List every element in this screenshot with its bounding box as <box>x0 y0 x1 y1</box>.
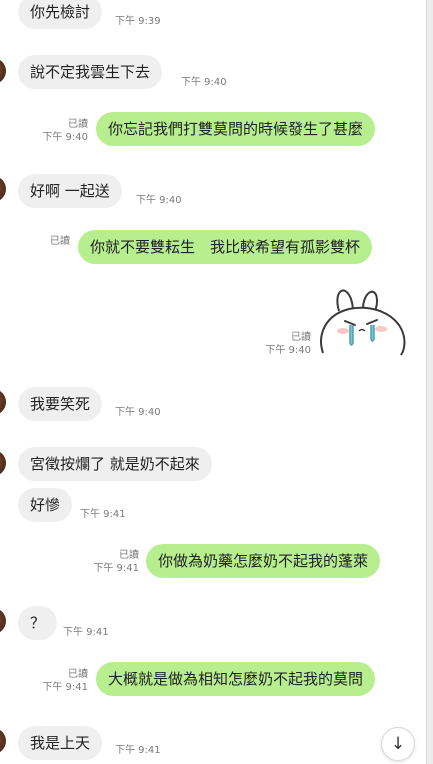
message-bubble-outgoing[interactable]: 大概就是做為相知怎麼奶不起我的莫問 <box>96 662 376 696</box>
message-time: 下午 9:40 <box>136 195 182 206</box>
message-bubble-incoming[interactable]: 我是上天 <box>18 726 103 760</box>
message-time: 下午 9:41 <box>63 627 109 638</box>
contact-avatar[interactable] <box>0 728 6 754</box>
message-meta: 已讀 <box>50 235 70 248</box>
message-bubble-outgoing[interactable]: 你就不要雙耘生 我比較希望有孤影雙杯 <box>78 230 373 264</box>
message-bubble-incoming[interactable]: 說不定我雲生下去 <box>18 55 163 89</box>
message-bubble-incoming[interactable]: 好啊 一起送 <box>18 174 122 208</box>
message-meta: 已讀 下午 9:40 <box>42 118 88 144</box>
message-time: 下午 9:40 <box>181 77 227 88</box>
contact-avatar[interactable] <box>0 608 6 634</box>
arrow-down-icon: ↓ <box>390 734 406 754</box>
read-receipt: 已讀 <box>50 236 70 247</box>
message-bubble-outgoing[interactable]: 你做為奶藥怎麼奶不起我的蓬萊 <box>146 544 381 578</box>
chat-window: 你先檢討 下午 9:39 說不定我雲生下去 下午 9:40 已讀 下午 9:40… <box>0 0 433 764</box>
read-receipt: 已讀 <box>291 332 311 343</box>
message-bubble-incoming[interactable]: 好慘 <box>18 488 73 522</box>
message-bubble-incoming[interactable]: 你先檢討 <box>18 0 103 29</box>
contact-avatar[interactable] <box>0 450 6 476</box>
contact-avatar[interactable] <box>0 58 6 84</box>
read-receipt: 已讀 <box>119 550 139 561</box>
message-time: 下午 9:40 <box>265 345 311 356</box>
message-meta: 已讀 下午 9:41 <box>93 549 139 575</box>
message-meta: 已讀 下午 9:41 <box>42 668 88 694</box>
scroll-to-bottom-button[interactable]: ↓ <box>381 727 415 761</box>
crying-bunny-sticker[interactable] <box>315 281 407 357</box>
contact-avatar[interactable] <box>0 389 6 415</box>
contact-avatar[interactable] <box>0 176 6 202</box>
read-receipt: 已讀 <box>68 669 88 680</box>
message-time: 下午 9:41 <box>115 745 161 756</box>
message-time: 下午 9:41 <box>42 682 88 693</box>
message-time: 下午 9:39 <box>115 16 161 27</box>
message-bubble-incoming[interactable]: 我要笑死 <box>18 387 103 421</box>
message-bubble-outgoing[interactable]: 你忘記我們打雙莫問的時候發生了甚麼 <box>96 112 376 146</box>
message-time: 下午 9:41 <box>93 563 139 574</box>
message-bubble-incoming[interactable]: 宮徵按爛了 就是奶不起來 <box>18 447 212 481</box>
message-time: 下午 9:40 <box>115 407 161 418</box>
message-time: 下午 9:41 <box>80 509 126 520</box>
message-bubble-incoming[interactable]: ？ <box>18 606 58 640</box>
scrollbar-track[interactable] <box>426 0 433 764</box>
message-meta: 已讀 下午 9:40 <box>265 331 311 357</box>
read-receipt: 已讀 <box>68 119 88 130</box>
message-time: 下午 9:40 <box>42 132 88 143</box>
